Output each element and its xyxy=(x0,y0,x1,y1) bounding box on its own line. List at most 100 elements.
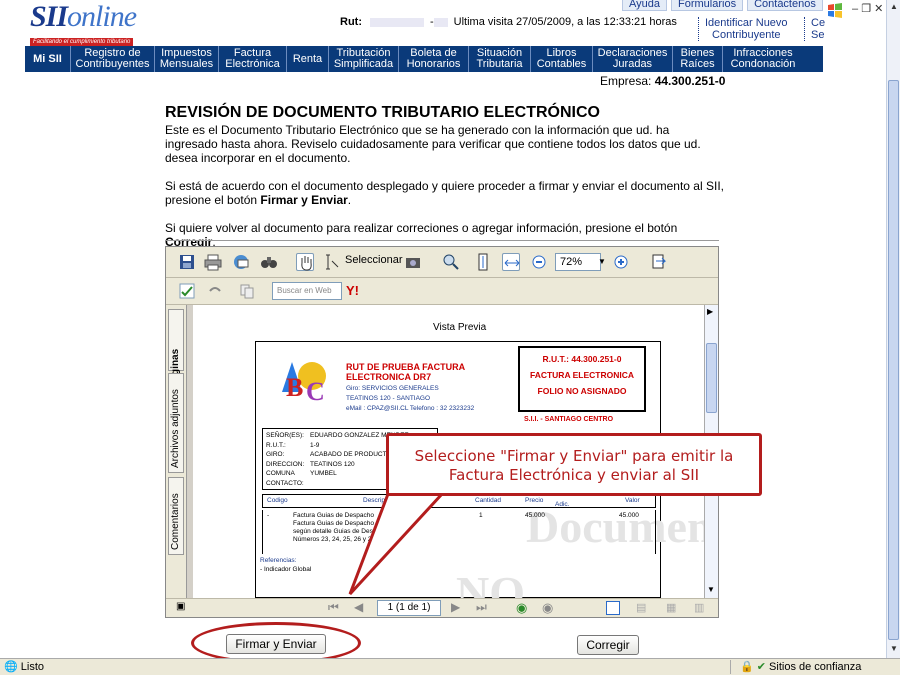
sign-and-send-button[interactable]: Firmar y Enviar xyxy=(226,634,326,654)
page-options-small-icon[interactable]: ▣ xyxy=(176,601,185,612)
last-visit: Ultima visita 27/05/2009, a las 12:33:21… xyxy=(453,16,677,28)
undo-icon[interactable] xyxy=(206,282,224,300)
top-menu-contactenos[interactable]: Contáctenos xyxy=(747,0,823,11)
nav-mi-sii[interactable]: Mi SII xyxy=(25,46,71,72)
col-valor: Valor xyxy=(625,497,640,504)
nav-tributacion-simplificada[interactable]: Tributación Simplificada xyxy=(329,46,399,72)
find-binoculars-icon[interactable] xyxy=(260,253,278,271)
company-address: TEATINOS 120 - SANTIAGO xyxy=(346,395,431,402)
empresa-line: Empresa: 44.300.251-0 xyxy=(600,74,725,88)
callout-pointer xyxy=(348,492,444,596)
page-scroll-thumb[interactable] xyxy=(888,80,899,640)
callout-line2: Factura Electrónica y enviar al SII xyxy=(448,466,700,484)
viewer-scroll-down-icon[interactable]: ▼ xyxy=(707,585,715,594)
company-name: RUT DE PRUEBA FACTURA ELECTRONICA DR7 xyxy=(346,362,465,382)
email-icon[interactable] xyxy=(232,253,250,271)
nav-label: Contables xyxy=(536,58,587,70)
svg-text:B: B xyxy=(286,373,303,402)
snapshot-camera-icon[interactable] xyxy=(404,253,422,271)
correct-instructions-paragraph: Si quiere volver al documento para reali… xyxy=(165,221,725,249)
close-icon[interactable]: ✕ xyxy=(874,3,883,15)
rut-box: R.U.T.: 44.300.251-0 FACTURA ELECTRONICA… xyxy=(518,346,646,412)
zone-text: Sitios de confianza xyxy=(769,661,862,673)
restore-icon[interactable]: ❐ xyxy=(861,3,871,15)
client-key: GIRO: xyxy=(266,451,285,458)
go-forward-icon[interactable]: ◉ xyxy=(542,600,553,616)
copy-icon[interactable] xyxy=(238,282,256,300)
zoom-in-tool-icon[interactable] xyxy=(442,253,460,271)
last-page-icon[interactable]: ⏭ xyxy=(476,600,487,615)
fit-width-icon[interactable] xyxy=(502,253,520,271)
client-key: R.U.T.: xyxy=(266,441,286,449)
nav-label: Condonación xyxy=(730,58,796,70)
nav-factura-electronica[interactable]: Factura Electrónica xyxy=(219,46,287,72)
nav-bienes-raices[interactable]: Bienes Raíces xyxy=(673,46,723,72)
zoom-level-input[interactable]: 72% xyxy=(555,253,601,271)
clipped-link-line1: Ce xyxy=(811,17,826,29)
scroll-up-icon[interactable]: ▲ xyxy=(889,2,899,11)
tab-comments[interactable]: Comentarios xyxy=(168,477,184,555)
page-scrollbar[interactable]: ▲ ▼ xyxy=(886,0,900,658)
first-page-icon[interactable]: ⏮ xyxy=(328,600,339,615)
page-number-input[interactable]: 1 (1 de 1) xyxy=(377,600,441,616)
page-options-icon[interactable] xyxy=(650,253,668,271)
go-back-icon[interactable]: ◉ xyxy=(516,600,527,616)
facing-view-icon[interactable]: ▦ xyxy=(666,601,676,614)
zoom-in-icon[interactable] xyxy=(612,253,630,271)
nav-libros-contables[interactable]: Libros Contables xyxy=(531,46,593,72)
status-left: 🌐 Listo xyxy=(4,660,44,673)
col-cantidad: Cantidad xyxy=(475,497,502,504)
minimize-icon[interactable]: – xyxy=(852,3,858,15)
hand-tool-icon[interactable] xyxy=(296,253,314,271)
nav-impuestos-mensuales[interactable]: Impuestos Mensuales xyxy=(155,46,219,72)
identify-line1: Identificar Nuevo xyxy=(705,17,788,29)
empresa-value: 44.300.251-0 xyxy=(654,74,726,88)
nav-infracciones-condonacion[interactable]: Infracciones Condonación xyxy=(723,46,803,72)
sign-text-b: Firmar y Enviar xyxy=(260,193,348,207)
nav-renta[interactable]: Renta xyxy=(287,46,329,72)
nav-label: Mensuales xyxy=(159,58,214,70)
tab-pages[interactable]: Páginas xyxy=(168,309,184,387)
yahoo-search-icon[interactable]: Y! xyxy=(346,282,364,300)
next-page-icon[interactable]: ▶ xyxy=(451,600,460,614)
single-page-view-icon[interactable] xyxy=(606,601,620,615)
sii-online-logo[interactable]: SIIonline Facilitando el cumplimiento tr… xyxy=(30,0,140,46)
tab-attachments[interactable]: Archivos adjuntos xyxy=(168,373,184,473)
instruction-callout: Seleccione "Firmar y Enviar" para emitir… xyxy=(386,433,762,496)
nav-registro-contribuyentes[interactable]: Registro de Contribuyentes xyxy=(71,46,155,72)
select-text-icon[interactable] xyxy=(324,253,342,271)
company-info: Giro: SERVICIOS GENERALES TEATINOS 120 -… xyxy=(346,384,516,414)
select-tool-label[interactable]: Seleccionar xyxy=(345,254,402,266)
nav-declaraciones-juradas[interactable]: Declaraciones Juradas xyxy=(593,46,673,72)
page-title: REVISIÓN DE DOCUMENTO TRIBUTARIO ELECTRÓ… xyxy=(165,104,600,121)
fit-page-icon[interactable] xyxy=(474,253,492,271)
rut-box-doctype: FACTURA ELECTRONICA xyxy=(529,370,635,380)
spell-check-icon[interactable] xyxy=(178,282,196,300)
zoom-out-icon[interactable] xyxy=(530,253,548,271)
clipped-session-link[interactable]: Ce Se xyxy=(804,17,825,41)
viewer-scroll-up-icon[interactable]: ▶ xyxy=(707,307,713,316)
svg-text:C: C xyxy=(306,377,325,406)
continuous-facing-view-icon[interactable]: ▥ xyxy=(694,601,704,614)
nav-label: Electrónica xyxy=(225,58,280,70)
viewer-scroll-thumb[interactable] xyxy=(706,343,717,413)
top-menu-ayuda[interactable]: Ayuda xyxy=(622,0,667,11)
logo-accent-text: online xyxy=(67,0,137,33)
top-menu-formularios[interactable]: Formularios xyxy=(671,0,744,11)
company-contact: eMail : CPAZ@SII.CL Telefono : 32 232323… xyxy=(346,405,475,412)
correct-button[interactable]: Corregir xyxy=(577,635,639,655)
scroll-down-icon[interactable]: ▼ xyxy=(889,644,899,653)
sign-instructions-paragraph: Si está de acuerdo con el documento desp… xyxy=(165,179,725,207)
logo-main-text: SII xyxy=(30,0,68,33)
nav-boleta-honorarios[interactable]: Boleta de Honorarios xyxy=(399,46,469,72)
page-status-icon: 🌐 xyxy=(4,661,18,673)
save-icon[interactable] xyxy=(178,253,196,271)
print-icon[interactable] xyxy=(204,253,222,271)
nav-label: Simplificada xyxy=(333,58,394,70)
search-web-input[interactable]: Buscar en Web xyxy=(272,282,342,300)
watermark-text-2: NO xyxy=(456,567,525,598)
prev-page-icon[interactable]: ◀ xyxy=(354,600,363,614)
nav-situacion-tributaria[interactable]: Situación Tributaria xyxy=(469,46,531,72)
continuous-view-icon[interactable]: ▤ xyxy=(636,601,646,614)
identify-new-taxpayer-link[interactable]: Identificar Nuevo Contribuyente xyxy=(698,17,788,41)
